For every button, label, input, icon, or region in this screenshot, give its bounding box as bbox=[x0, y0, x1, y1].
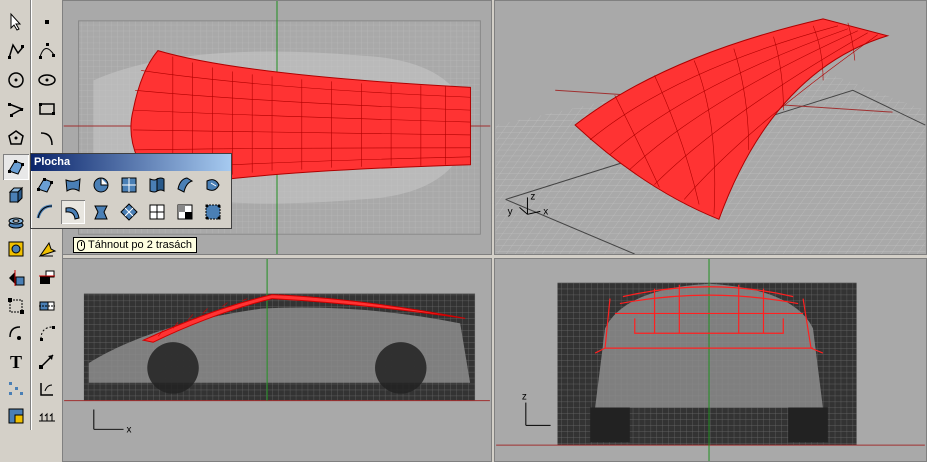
planar-surface-icon[interactable] bbox=[117, 173, 141, 197]
svg-text:x: x bbox=[543, 206, 548, 217]
svg-text:z: z bbox=[530, 191, 535, 202]
explode-icon[interactable] bbox=[34, 236, 60, 262]
viewport-perspective[interactable]: x z y bbox=[494, 0, 927, 255]
surface-from-points-icon[interactable] bbox=[33, 173, 57, 197]
axis-indicator: x bbox=[93, 409, 131, 435]
polyline-icon[interactable] bbox=[3, 38, 29, 64]
main-toolbar: T bbox=[0, 0, 63, 462]
boolean-icon[interactable] bbox=[3, 236, 29, 262]
axis-indicator: z bbox=[522, 392, 551, 426]
rail-revolve-icon[interactable] bbox=[201, 173, 225, 197]
patch-icon[interactable] bbox=[145, 200, 169, 224]
network-surface-icon[interactable] bbox=[117, 200, 141, 224]
rectangle-icon[interactable] bbox=[34, 96, 60, 122]
svg-text:T: T bbox=[10, 352, 22, 371]
polygon-icon[interactable] bbox=[3, 96, 29, 122]
trim-icon[interactable] bbox=[3, 265, 29, 291]
flyout-title[interactable]: Plocha bbox=[31, 154, 231, 171]
join-icon[interactable] bbox=[34, 293, 60, 319]
polygon-star-icon[interactable] bbox=[3, 125, 29, 151]
dimension-icon[interactable] bbox=[34, 376, 60, 402]
sweep-1-rail-icon[interactable] bbox=[33, 200, 57, 224]
blend-surface-icon[interactable] bbox=[173, 200, 197, 224]
point-icon[interactable] bbox=[34, 9, 60, 35]
mesh-icon[interactable] bbox=[34, 403, 60, 429]
box-solid-icon[interactable] bbox=[3, 182, 29, 208]
sweep-2-rails-icon[interactable] bbox=[61, 200, 85, 224]
points-grid-icon[interactable] bbox=[3, 376, 29, 402]
select-arrow-icon[interactable] bbox=[3, 9, 29, 35]
viewport-right[interactable]: z bbox=[494, 258, 927, 462]
circle-icon[interactable] bbox=[3, 67, 29, 93]
split-icon[interactable] bbox=[34, 265, 60, 291]
array-icon[interactable] bbox=[34, 320, 60, 346]
surface-from-points-icon[interactable] bbox=[3, 154, 29, 180]
extrude-surface-icon[interactable] bbox=[145, 173, 169, 197]
render-icon[interactable] bbox=[3, 403, 29, 429]
mouse-icon bbox=[77, 239, 85, 251]
svg-text:x: x bbox=[126, 424, 131, 435]
arc-icon[interactable] bbox=[34, 125, 60, 151]
pipe-icon[interactable] bbox=[89, 200, 113, 224]
svg-text:z: z bbox=[522, 392, 527, 403]
group-icon[interactable] bbox=[3, 293, 29, 319]
ellipse-icon[interactable] bbox=[34, 67, 60, 93]
scale-icon[interactable] bbox=[34, 348, 60, 374]
rotate-icon[interactable] bbox=[3, 320, 29, 346]
text-icon[interactable]: T bbox=[3, 348, 29, 374]
cylinder-icon[interactable] bbox=[3, 208, 29, 234]
unroll-icon[interactable] bbox=[201, 200, 225, 224]
surface-flyout-palette: Plocha bbox=[30, 153, 232, 229]
revolve-icon[interactable] bbox=[89, 173, 113, 197]
control-points-curve-icon[interactable] bbox=[34, 38, 60, 64]
svg-text:y: y bbox=[508, 206, 513, 217]
tooltip-text: Táhnout po 2 trasách bbox=[88, 239, 192, 251]
tooltip: Táhnout po 2 trasách bbox=[73, 237, 197, 253]
loft-icon[interactable] bbox=[173, 173, 197, 197]
viewport-front[interactable]: x bbox=[62, 258, 492, 462]
edge-curves-surface-icon[interactable] bbox=[61, 173, 85, 197]
